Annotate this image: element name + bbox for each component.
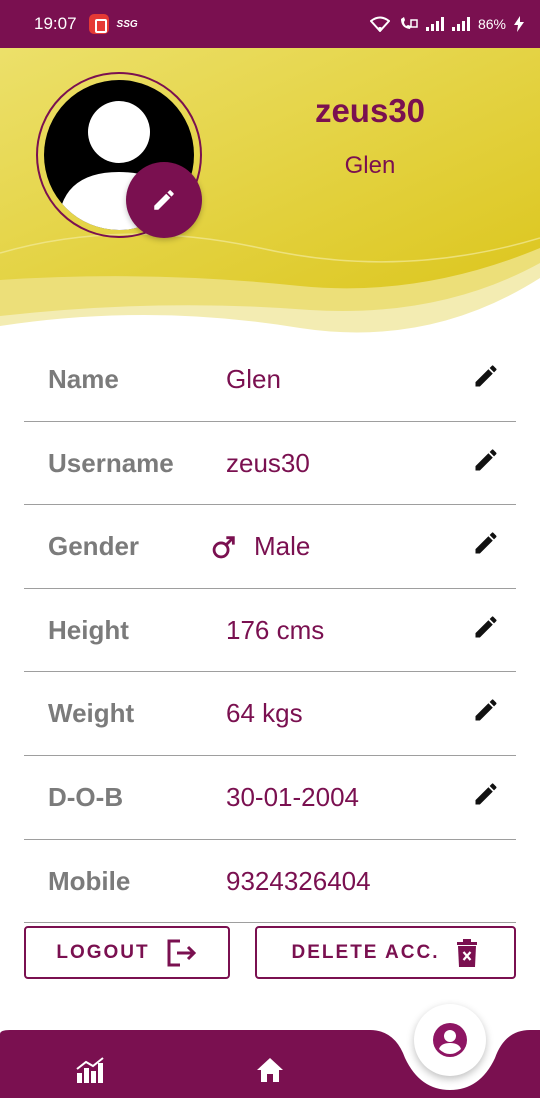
wifi-icon [369, 16, 390, 32]
signal-icon [425, 17, 444, 31]
profile-header: zeus30 Glen [0, 48, 540, 338]
profile-display-name: Glen [344, 152, 396, 179]
pencil-icon [475, 365, 497, 387]
field-label: Name [48, 364, 119, 394]
nav-home-button[interactable] [250, 1050, 290, 1090]
field-value: zeus30 [226, 447, 310, 478]
profile-icon [433, 1023, 467, 1057]
edit-weight-button[interactable] [470, 694, 502, 726]
status-time: 19:07 [34, 14, 77, 33]
pencil-icon [475, 616, 497, 638]
field-row-mobile: Mobile 9324326404 [24, 840, 516, 924]
status-indicators: 86% [369, 16, 524, 32]
field-value: 176 cms [226, 614, 325, 645]
field-label: Mobile [48, 865, 131, 896]
logout-label: LOGOUT [56, 941, 150, 963]
field-label: D-O-B [48, 781, 124, 812]
home-icon [257, 1058, 283, 1082]
status-bar: 19:07 SSG 86% [0, 0, 540, 48]
field-label: Username [48, 447, 174, 478]
carrier-badge: SSG [116, 18, 138, 30]
notification-app-icon [88, 14, 109, 34]
field-label: Weight [48, 698, 135, 729]
field-value: Male [254, 531, 311, 562]
delete-account-button[interactable]: DELETE ACC. [255, 926, 516, 979]
field-value: 64 kgs [226, 698, 303, 729]
pencil-icon [154, 190, 174, 210]
edit-height-button[interactable] [470, 611, 502, 643]
field-row-dob: D-O-B 30-01-2004 [24, 756, 516, 840]
pencil-icon [475, 699, 497, 721]
field-value: 9324326404 [226, 865, 371, 896]
edit-avatar-button[interactable] [126, 162, 202, 238]
signal-icon-2 [451, 17, 470, 31]
edit-gender-button[interactable] [470, 527, 502, 559]
nav-profile-button[interactable] [414, 1004, 486, 1076]
profile-username: zeus30 [314, 92, 426, 129]
charging-icon [514, 16, 524, 32]
profile-fields: Name Glen Username zeus30 Gender Male He… [24, 338, 516, 924]
field-row-name: Name Glen [24, 338, 516, 422]
field-value-gender: Male [212, 531, 311, 562]
pencil-icon [475, 532, 497, 554]
delete-account-label: DELETE ACC. [291, 941, 440, 963]
field-row-gender: Gender Male [24, 505, 516, 589]
nav-stats-button[interactable] [70, 1050, 110, 1090]
field-value: 30-01-2004 [226, 781, 359, 812]
logout-icon [166, 938, 198, 968]
stats-icon [76, 1057, 104, 1083]
edit-dob-button[interactable] [470, 778, 502, 810]
male-gender-icon [212, 535, 235, 559]
field-value: Glen [226, 364, 281, 394]
pencil-icon [475, 449, 497, 471]
field-row-height: Height 176 cms [24, 589, 516, 673]
edit-username-button[interactable] [470, 444, 502, 476]
edit-name-button[interactable] [470, 360, 502, 392]
field-label: Height [48, 614, 129, 645]
pencil-icon [475, 783, 497, 805]
battery-level: 86% [477, 16, 506, 32]
trash-icon [455, 938, 479, 967]
field-label: Gender [48, 531, 140, 562]
logout-button[interactable]: LOGOUT [24, 926, 230, 979]
wifi-calling-icon [400, 17, 418, 29]
field-row-username: Username zeus30 [24, 422, 516, 506]
field-row-weight: Weight 64 kgs [24, 672, 516, 756]
